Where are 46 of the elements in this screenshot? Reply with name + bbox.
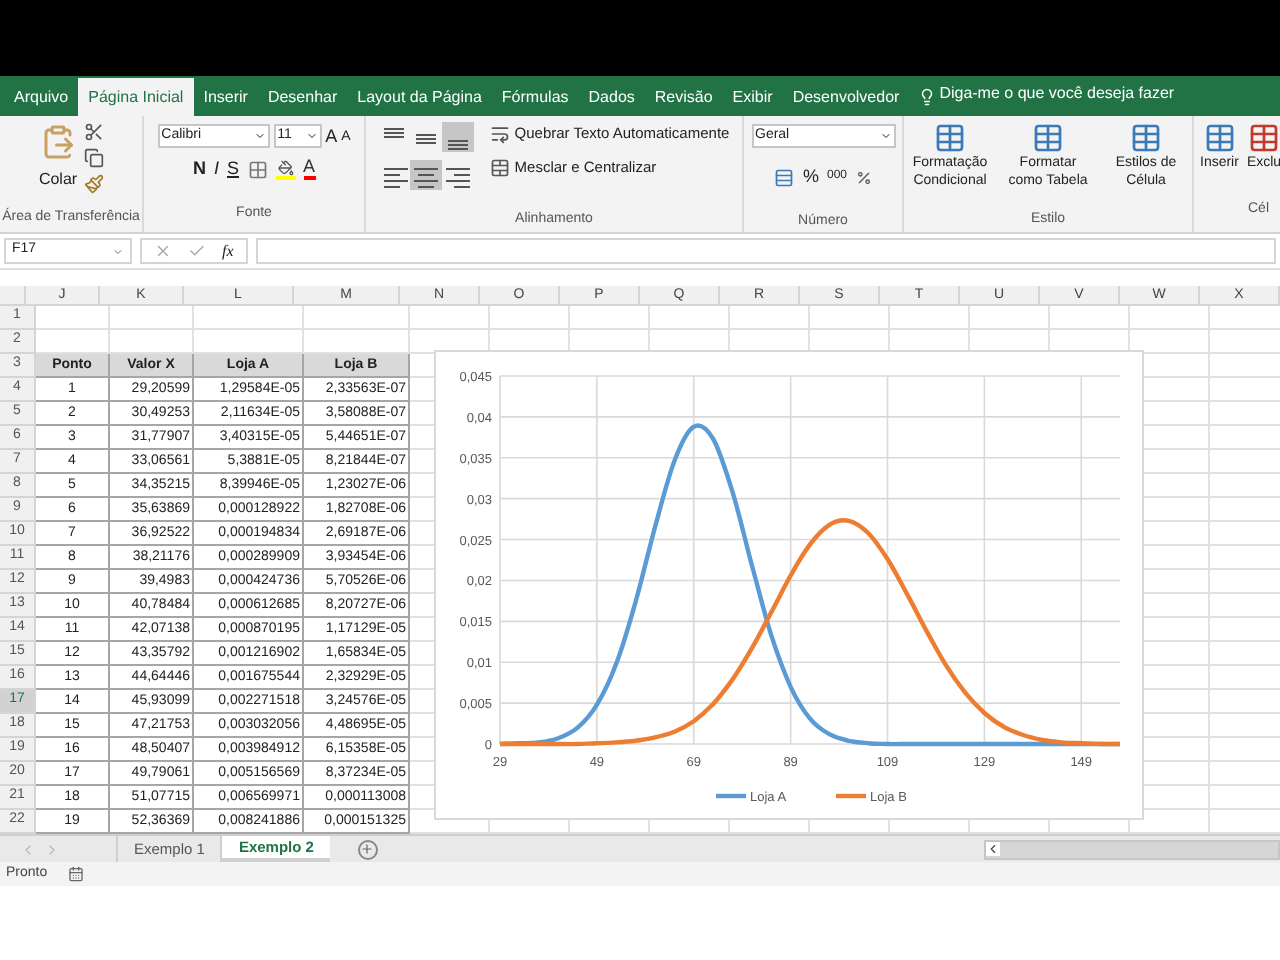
tell-me-field[interactable]: Diga-me o que você deseja fazer bbox=[939, 82, 1175, 106]
table-icon bbox=[1032, 122, 1064, 154]
horizontal-align-icon[interactable] bbox=[410, 160, 443, 190]
dropdown-icon bbox=[253, 130, 266, 142]
plus-icon bbox=[360, 842, 375, 856]
table-icon bbox=[1130, 122, 1162, 154]
scroll-left-icon[interactable] bbox=[986, 842, 1000, 856]
bold-button[interactable]: N bbox=[192, 156, 206, 183]
percent-button[interactable]: % bbox=[802, 164, 819, 191]
macro-record-icon[interactable] bbox=[67, 866, 84, 882]
table-icon bbox=[1248, 122, 1280, 154]
function-button[interactable]: fx bbox=[222, 239, 234, 263]
font-color-button[interactable]: A bbox=[303, 158, 316, 181]
ribbon-tab[interactable]: Desenhar bbox=[257, 78, 348, 116]
table-icon bbox=[1203, 122, 1236, 154]
table-icon bbox=[934, 122, 966, 154]
italic-button[interactable]: I bbox=[213, 156, 219, 183]
lightbulb-icon bbox=[917, 88, 936, 106]
merge-icon bbox=[490, 157, 511, 178]
add-sheet-button[interactable] bbox=[357, 839, 378, 859]
ribbon-tab[interactable]: Layout da Página bbox=[347, 78, 492, 116]
wrap-icon bbox=[490, 123, 511, 144]
formula-field[interactable] bbox=[255, 238, 1276, 264]
ribbon-tab[interactable]: Desenvolvedor bbox=[782, 78, 910, 116]
ribbon-tab[interactable]: Exibir bbox=[722, 78, 783, 116]
dropdown-icon bbox=[879, 130, 891, 142]
ribbon-tab[interactable]: Inserir bbox=[193, 78, 258, 116]
underline-button[interactable]: S bbox=[226, 156, 239, 183]
vertical-align-icon[interactable] bbox=[442, 122, 475, 152]
grow-font-button[interactable]: A bbox=[325, 127, 338, 145]
paint-bucket-icon[interactable] bbox=[275, 159, 295, 180]
copy-icon[interactable] bbox=[83, 148, 104, 168]
dropdown-icon bbox=[112, 245, 124, 257]
ribbon-tab[interactable]: Dados bbox=[578, 78, 645, 116]
ribbon-tab[interactable]: Fórmulas bbox=[491, 78, 579, 116]
horizontal-scrollbar[interactable] bbox=[984, 839, 1280, 859]
borders-icon[interactable] bbox=[247, 159, 267, 180]
brush-icon[interactable] bbox=[83, 174, 104, 194]
ribbon-tab[interactable]: Arquivo bbox=[4, 78, 79, 116]
scissors-icon[interactable] bbox=[83, 122, 104, 142]
ribbon-tab[interactable]: Revisão bbox=[644, 78, 723, 116]
clipboard-icon bbox=[40, 122, 76, 162]
check-icon[interactable] bbox=[188, 242, 206, 260]
paste-button[interactable]: Colar bbox=[38, 122, 78, 192]
ribbon-tab[interactable]: Página Inicial bbox=[78, 78, 194, 116]
dropdown-icon bbox=[305, 130, 318, 142]
